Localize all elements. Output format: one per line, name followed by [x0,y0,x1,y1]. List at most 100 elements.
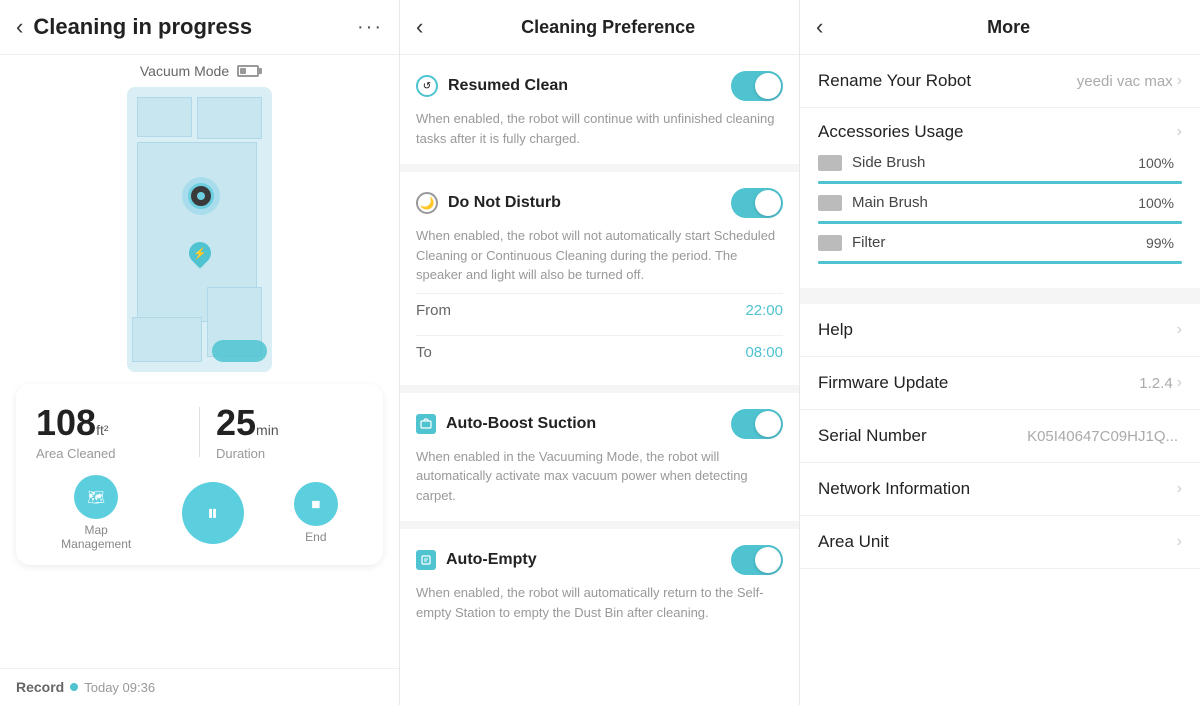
from-value: 22:00 [745,302,783,319]
charging-station-marker [189,242,211,270]
area-unit-item[interactable]: Area Unit › [800,516,1200,569]
firmware-update-item[interactable]: Firmware Update 1.2.4 › [800,357,1200,410]
end-button[interactable]: ⏹ End [294,482,338,544]
auto-empty-icon [416,550,436,570]
area-value: 108ft² [36,402,183,444]
panel2-content: ↺ Resumed Clean When enabled, the robot … [400,55,799,705]
area-unit-label: Area Unit [818,532,1177,552]
firmware-chevron-icon: › [1177,374,1182,392]
pause-icon: ⏸ [182,482,244,544]
charging-pin-icon [184,237,215,268]
rename-robot-value: yeedi vac max [1077,73,1173,90]
network-information-item[interactable]: Network Information › [800,463,1200,516]
stats-card: 108ft² Area Cleaned 25min Duration 🗺 Map… [16,384,383,565]
rename-chevron-icon: › [1177,72,1182,90]
main-brush-icon [818,195,842,211]
do-not-disturb-desc: When enabled, the robot will not automat… [416,226,783,285]
robot-body [188,183,214,209]
robot-dot [197,192,205,200]
area-unit-chevron-icon: › [1177,533,1182,551]
record-bar: Record Today 09:36 [0,668,399,705]
panel1-header: ‹ Cleaning in progress ··· [0,0,399,55]
map-management-button[interactable]: 🗺 MapManagement [61,475,131,551]
network-info-chevron-icon: › [1177,480,1182,498]
area-cleaned-block: 108ft² Area Cleaned [36,402,183,461]
auto-empty-toggle[interactable] [731,545,783,575]
panel3-header: ‹ More [800,0,1200,55]
side-brush-row: Side Brush 100% [818,154,1182,184]
auto-boost-toggle[interactable] [731,409,783,439]
duration-block: 25min Duration [216,402,363,461]
stats-divider [199,407,200,457]
firmware-label: Firmware Update [818,373,1139,393]
panel-cleaning-in-progress: ‹ Cleaning in progress ··· Vacuum Mode [0,0,400,705]
do-not-disturb-title: Do Not Disturb [448,194,731,212]
auto-empty-desc: When enabled, the robot will automatical… [416,583,783,622]
filter-bar [818,261,1182,264]
back-button[interactable]: ‹ [16,14,23,40]
panel3-back-button[interactable]: ‹ [816,14,823,40]
filter-icon [818,235,842,251]
to-time-row[interactable]: To 08:00 [416,335,783,369]
serial-number-value: K05I40647C09HJ1Q... [1027,428,1178,445]
battery-icon [237,65,259,77]
accessories-title: Accessories Usage › [818,122,1182,142]
filter-row: Filter 99% [818,234,1182,264]
filter-label: Filter [852,234,1146,251]
resumed-clean-row: ↺ Resumed Clean [416,71,783,101]
resumed-clean-section: ↺ Resumed Clean When enabled, the robot … [400,55,799,172]
panel-more: ‹ More Rename Your Robot yeedi vac max ›… [800,0,1200,705]
help-item[interactable]: Help › [800,304,1200,357]
panel2-title: Cleaning Preference [433,17,783,38]
pause-button[interactable]: ⏸ [182,482,244,544]
end-label: End [305,530,326,544]
main-brush-bar [818,221,1182,224]
rename-robot-item[interactable]: Rename Your Robot yeedi vac max › [800,55,1200,108]
robot-position-marker [182,177,220,215]
side-brush-icon [818,155,842,171]
side-brush-pct: 100% [1138,155,1174,171]
dock-icon [212,340,267,362]
page-title: Cleaning in progress [33,14,357,40]
map-room [132,317,202,362]
vacuum-mode-bar: Vacuum Mode [0,55,399,87]
side-brush-bar [818,181,1182,184]
auto-empty-row: Auto-Empty [416,545,783,575]
filter-bar-fill [818,261,1178,264]
to-value: 08:00 [745,344,783,361]
panel3-title: More [833,17,1184,38]
auto-empty-title: Auto-Empty [446,551,731,569]
map-management-icon: 🗺 [74,475,118,519]
auto-boost-section: Auto-Boost Suction When enabled in the V… [400,393,799,530]
map-room [137,97,192,137]
main-brush-pct: 100% [1138,195,1174,211]
resumed-clean-desc: When enabled, the robot will continue wi… [416,109,783,148]
resumed-clean-toggle[interactable] [731,71,783,101]
vacuum-mode-label: Vacuum Mode [140,63,229,79]
do-not-disturb-toggle[interactable] [731,188,783,218]
resumed-clean-title: Resumed Clean [448,77,731,95]
network-info-label: Network Information [818,479,1177,499]
map-room [197,97,262,139]
serial-number-item: Serial Number K05I40647C09HJ1Q... [800,410,1200,463]
map-management-label: MapManagement [61,523,131,551]
record-time: Today 09:36 [84,680,155,695]
record-dot [70,683,78,691]
accessories-chevron-icon: › [1177,123,1182,141]
duration-value: 25min [216,402,363,444]
duration-label: Duration [216,446,363,461]
main-brush-label: Main Brush [852,194,1138,211]
rename-robot-label: Rename Your Robot [818,71,1077,91]
do-not-disturb-row: 🌙 Do Not Disturb [416,188,783,218]
to-label: To [416,344,432,361]
section-divider [800,296,1200,304]
auto-boost-title: Auto-Boost Suction [446,415,731,433]
main-brush-bar-fill [818,221,1182,224]
panel2-back-button[interactable]: ‹ [416,14,423,40]
robot-outer-ring [182,177,220,215]
help-label: Help [818,320,1177,340]
area-label: Area Cleaned [36,446,183,461]
from-time-row[interactable]: From 22:00 [416,293,783,327]
more-options-button[interactable]: ··· [357,16,383,39]
do-not-disturb-icon: 🌙 [416,192,438,214]
